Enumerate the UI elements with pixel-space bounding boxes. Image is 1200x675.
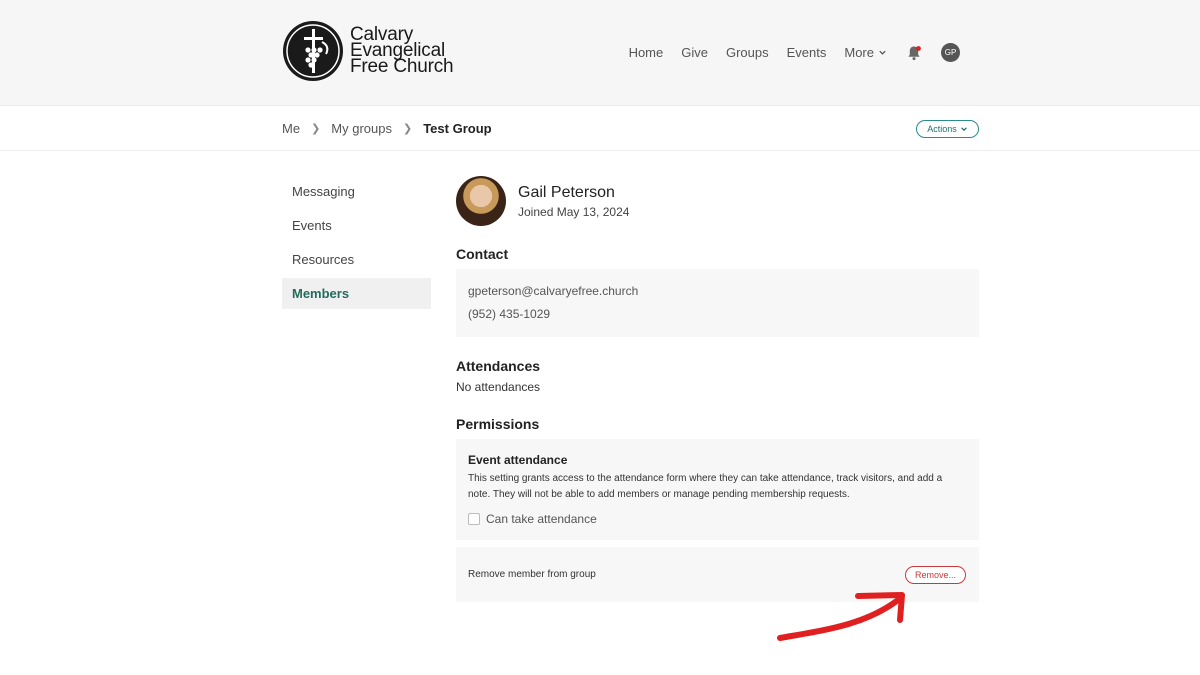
- breadcrumb-me[interactable]: Me: [282, 121, 300, 136]
- member-detail: Gail Peterson Joined May 13, 2024 Contac…: [456, 176, 979, 602]
- main-nav: Home Give Groups Events More GP: [629, 43, 960, 62]
- contact-heading: Contact: [456, 246, 509, 262]
- take-attendance-checkbox[interactable]: [468, 513, 480, 525]
- breadcrumb: Me ❯ My groups ❯ Test Group: [282, 121, 492, 136]
- attendances-heading: Attendances: [456, 358, 541, 374]
- chevron-right-icon: ❯: [311, 123, 321, 135]
- group-sidebar: Messaging Events Resources Members: [282, 176, 431, 312]
- actions-button[interactable]: Actions: [916, 120, 979, 138]
- chevron-down-icon: [879, 50, 886, 55]
- notification-bell-icon[interactable]: [905, 44, 923, 62]
- chevron-down-icon: [960, 127, 967, 132]
- actions-button-label: Actions: [927, 124, 957, 134]
- sidebar-item-events[interactable]: Events: [282, 210, 431, 241]
- annotation-arrow-icon: [777, 592, 905, 641]
- nav-give[interactable]: Give: [681, 45, 708, 60]
- breadcrumb-bar: Me ❯ My groups ❯ Test Group: [0, 107, 1200, 151]
- user-avatar[interactable]: GP: [941, 43, 960, 62]
- take-attendance-label: Can take attendance: [486, 512, 597, 526]
- member-header: Gail Peterson Joined May 13, 2024: [456, 176, 979, 226]
- event-attendance-permission-card: Event attendance This setting grants acc…: [456, 439, 979, 540]
- site-header: Calvary Evangelical Free Church Home Giv…: [0, 0, 1200, 106]
- member-info: Gail Peterson Joined May 13, 2024: [518, 184, 629, 219]
- nav-groups[interactable]: Groups: [726, 45, 769, 60]
- permission-title: Event attendance: [468, 453, 568, 467]
- breadcrumb-my-groups[interactable]: My groups: [331, 121, 392, 136]
- sidebar-item-members[interactable]: Members: [282, 278, 431, 309]
- nav-more[interactable]: More: [844, 45, 887, 60]
- contact-email[interactable]: gpeterson@calvaryefree.church: [468, 284, 967, 298]
- member-joined-date: Joined May 13, 2024: [518, 204, 630, 219]
- sidebar-item-resources[interactable]: Resources: [282, 244, 431, 275]
- contact-card: gpeterson@calvaryefree.church (952) 435-…: [456, 269, 979, 337]
- permissions-heading: Permissions: [456, 416, 540, 432]
- nav-home[interactable]: Home: [629, 45, 664, 60]
- take-attendance-checkbox-row[interactable]: Can take attendance: [468, 512, 967, 526]
- logo-line-3: Free Church: [350, 56, 454, 77]
- contact-phone[interactable]: (952) 435-1029: [468, 307, 967, 321]
- permission-description: This setting grants access to the attend…: [468, 473, 943, 500]
- chevron-right-icon: ❯: [402, 123, 413, 135]
- grapevine-logo-icon: [283, 21, 343, 81]
- church-name: Calvary Evangelical Free Church: [350, 25, 454, 77]
- church-logo[interactable]: Calvary Evangelical Free Church: [282, 20, 454, 82]
- remove-member-label: Remove member from group: [468, 569, 596, 580]
- nav-more-label: More: [844, 45, 874, 60]
- member-name: Gail Peterson: [518, 183, 615, 201]
- nav-events[interactable]: Events: [787, 45, 827, 60]
- breadcrumb-current: Test Group: [423, 121, 492, 136]
- attendances-empty-text: No attendances: [456, 380, 541, 394]
- member-avatar: [456, 176, 506, 226]
- sidebar-item-messaging[interactable]: Messaging: [282, 176, 431, 207]
